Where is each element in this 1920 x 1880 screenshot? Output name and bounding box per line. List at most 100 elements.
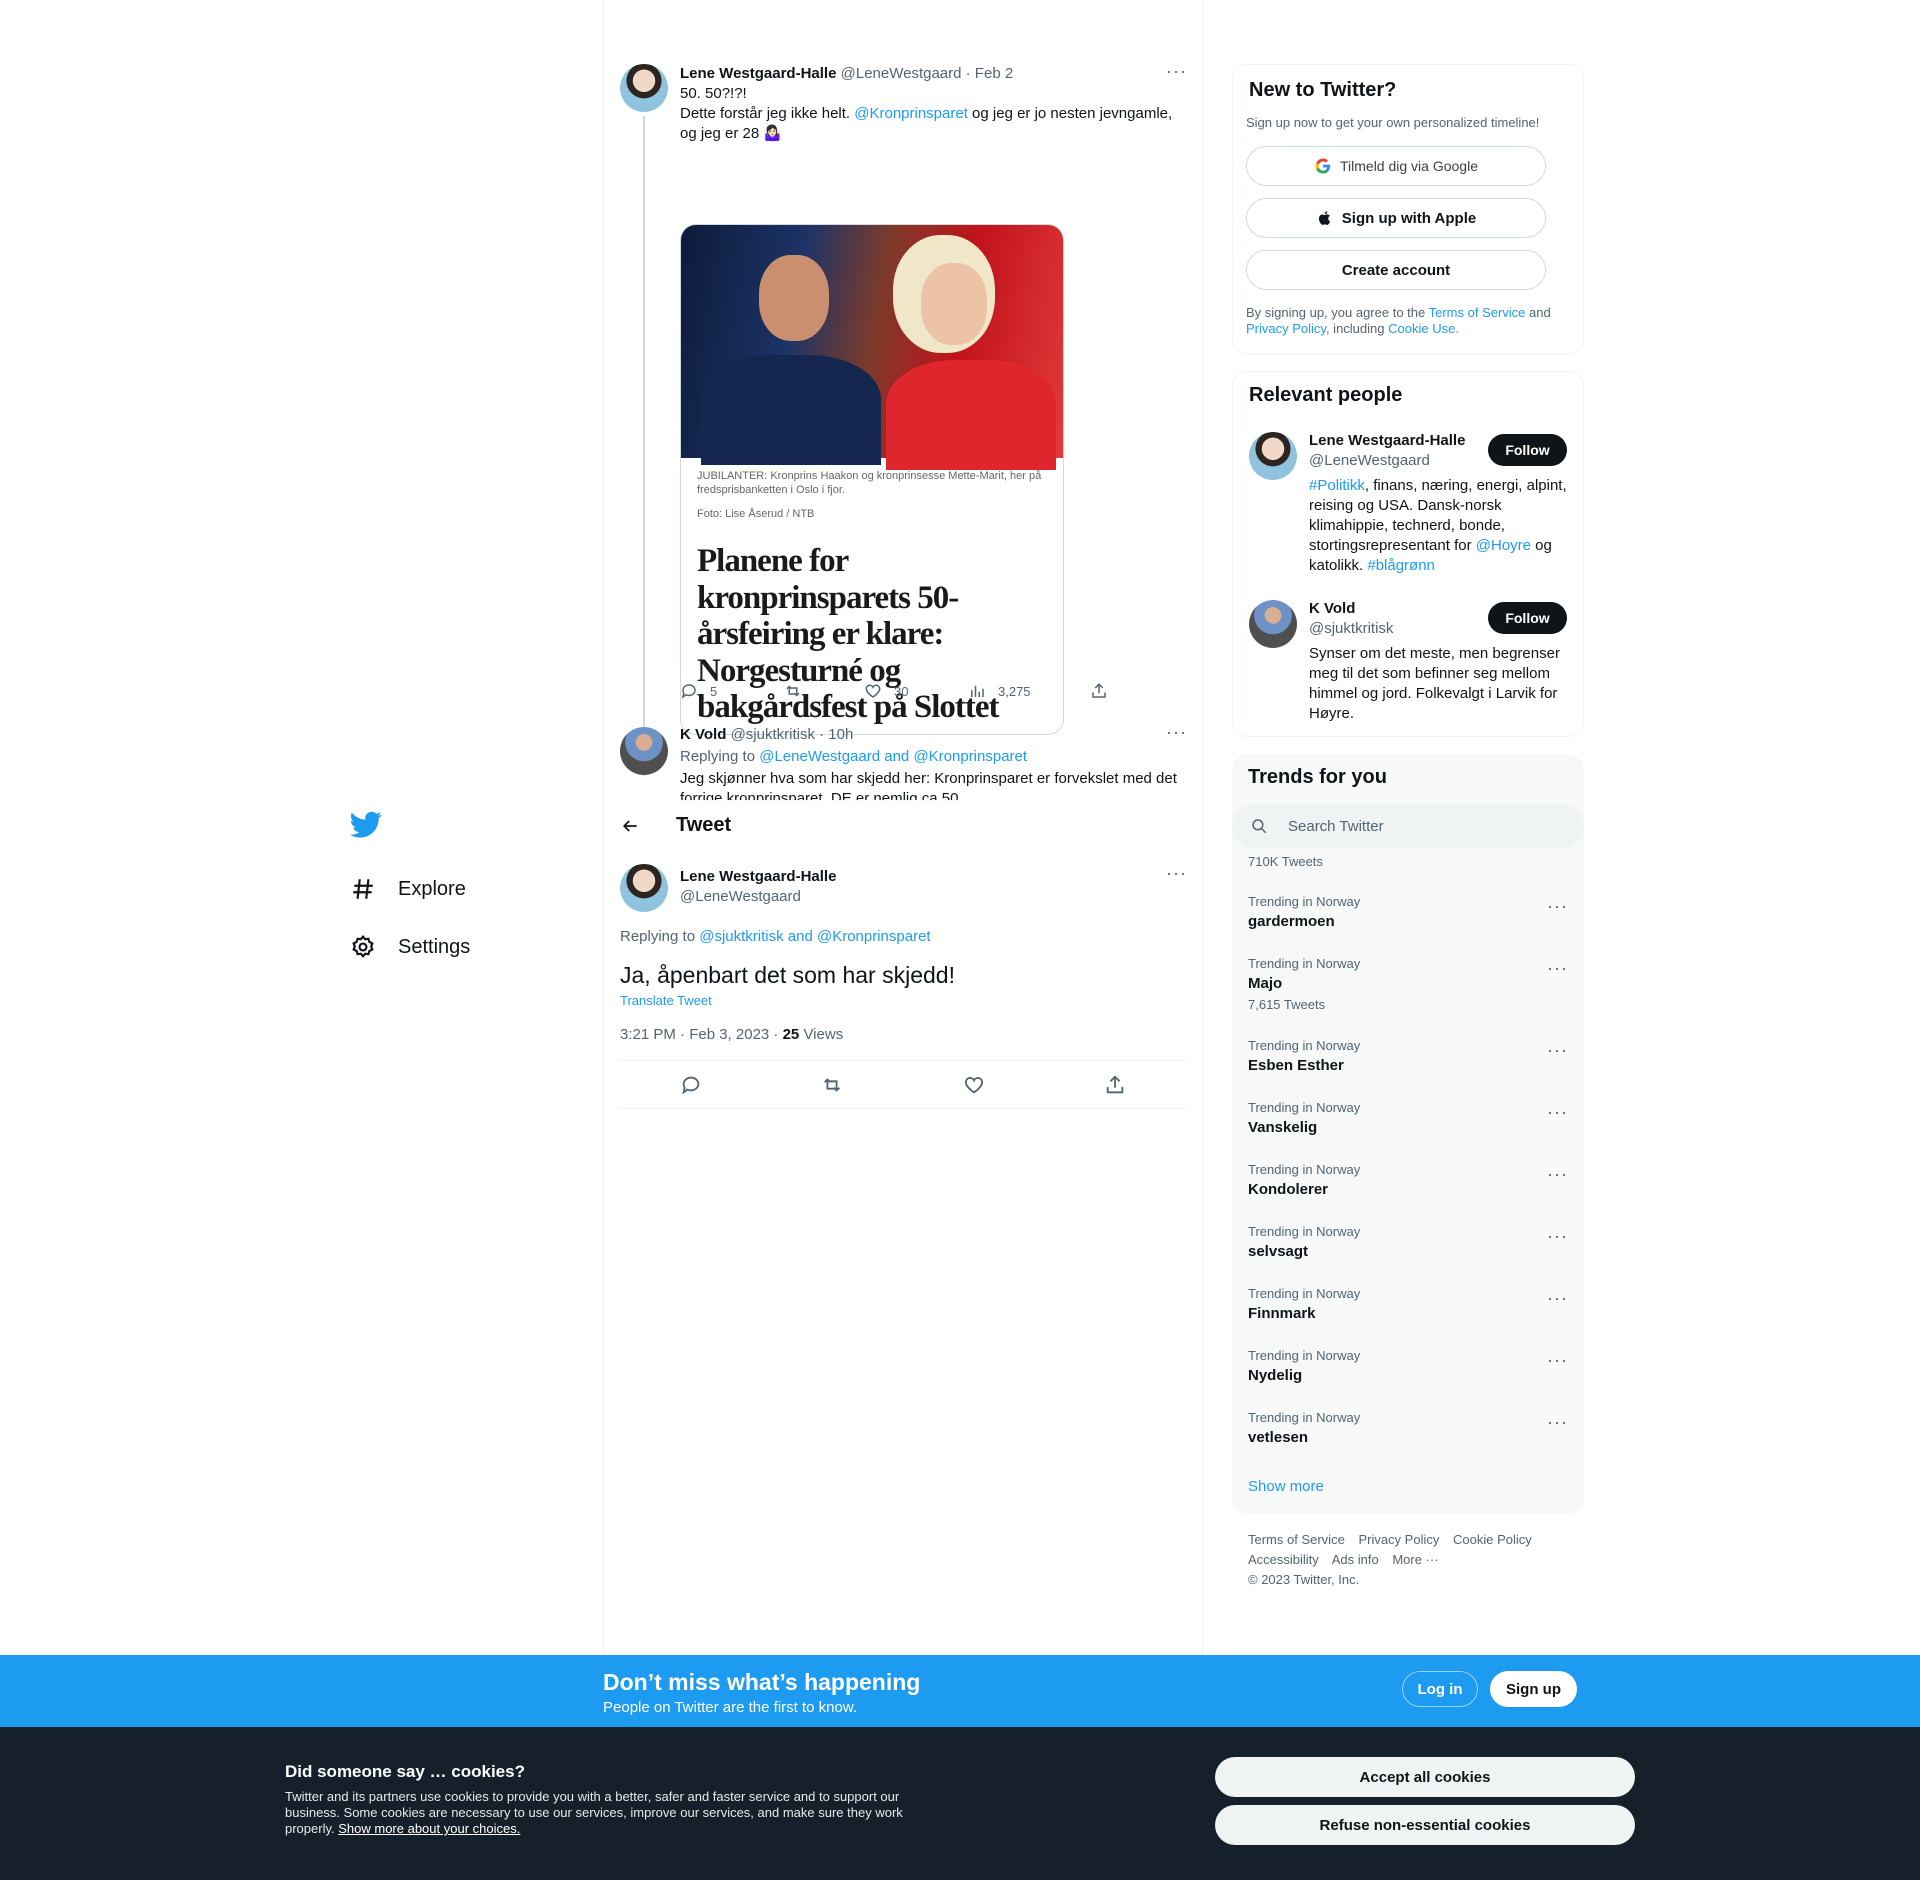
cookie-title: Did someone say … cookies?: [285, 1762, 525, 1781]
avatar[interactable]: [620, 64, 668, 112]
translate-link[interactable]: Translate Tweet: [620, 993, 712, 1008]
nav-explore[interactable]: Explore: [350, 860, 580, 918]
more-icon[interactable]: ···: [1547, 1226, 1568, 1247]
trend-item[interactable]: Trending in Norway selvsagt ···: [1248, 1224, 1568, 1262]
twitter-logo-icon[interactable]: [350, 808, 382, 840]
author-handle[interactable]: @LeneWestgaard: [680, 888, 801, 905]
timestamp[interactable]: 3:21 PM · Feb 3, 2023 ·: [620, 1026, 783, 1043]
focal-actions: [620, 1060, 1186, 1109]
author-meta[interactable]: @LeneWestgaard · Feb 2: [841, 65, 1014, 82]
author-name[interactable]: K Vold: [680, 726, 726, 743]
person-item[interactable]: Lene Westgaard-Halle @LeneWestgaard Foll…: [1249, 432, 1567, 582]
nav-settings[interactable]: Settings: [350, 918, 580, 976]
more-icon[interactable]: ···: [1547, 1412, 1568, 1433]
footer-cookie-link[interactable]: Cookie Policy: [1453, 1532, 1532, 1547]
heart-icon[interactable]: [963, 1074, 985, 1096]
gear-icon: [352, 935, 374, 958]
replying-to: Replying to @LeneWestgaard and @Kronprin…: [680, 747, 1186, 767]
cookie-choices-link[interactable]: Show more about your choices.: [338, 1821, 520, 1836]
footer-accessibility-link[interactable]: Accessibility: [1248, 1552, 1319, 1567]
mention-link[interactable]: @Kronprinsparet: [854, 105, 968, 122]
media-card[interactable]: JUBILANTER: Kronprins Haakon og kronprin…: [680, 224, 1064, 735]
avatar[interactable]: [620, 727, 668, 775]
trend-item[interactable]: Trending in Norway Esben Esther ···: [1248, 1038, 1568, 1076]
person-name[interactable]: Lene Westgaard-Halle: [1309, 432, 1465, 449]
accept-cookies-button[interactable]: Accept all cookies: [1215, 1757, 1635, 1797]
search-box[interactable]: [1232, 804, 1584, 848]
author-name[interactable]: Lene Westgaard-Halle: [680, 65, 836, 82]
reply-icon: [681, 684, 696, 699]
trend-name: vetlesen: [1248, 1429, 1309, 1446]
more-icon[interactable]: ···: [1547, 1102, 1568, 1123]
views-label: Views: [799, 1026, 844, 1043]
search-icon: [1252, 819, 1267, 834]
footer-ads-link[interactable]: Ads info: [1332, 1552, 1379, 1567]
avatar[interactable]: [1249, 600, 1297, 648]
more-icon[interactable]: ···: [1547, 896, 1568, 917]
footer-privacy-link[interactable]: Privacy Policy: [1358, 1532, 1439, 1547]
trend-item[interactable]: Trending in Norway gardermoen ···: [1248, 894, 1568, 932]
reply-icon[interactable]: [680, 1074, 702, 1096]
back-arrow-icon[interactable]: [620, 816, 640, 836]
follow-button[interactable]: Follow: [1488, 434, 1567, 466]
retweet-button[interactable]: [784, 682, 864, 700]
avatar[interactable]: [620, 864, 668, 912]
views-button[interactable]: 3,275: [968, 682, 1090, 700]
mention-link[interactable]: @Hoyre: [1476, 537, 1531, 554]
apple-signup-button[interactable]: Sign up with Apple: [1246, 198, 1546, 238]
more-icon[interactable]: ···: [1547, 1040, 1568, 1061]
footer-more-link[interactable]: More ···: [1392, 1552, 1438, 1567]
trend-item[interactable]: Trending in Norway vetlesen ···: [1248, 1410, 1568, 1448]
more-icon[interactable]: ···: [1547, 958, 1568, 979]
trend-item[interactable]: Trending in Norway Kondolerer ···: [1248, 1162, 1568, 1200]
trend-item[interactable]: Trending in Norway Vanskelig ···: [1248, 1100, 1568, 1138]
person-handle[interactable]: @sjuktkritisk: [1309, 620, 1393, 637]
person-item[interactable]: K Vold @sjuktkritisk Follow Synser om de…: [1249, 600, 1567, 722]
share-icon[interactable]: [1104, 1074, 1126, 1096]
login-button[interactable]: Log in: [1402, 1671, 1478, 1707]
views-icon: [971, 685, 984, 697]
reply-button[interactable]: 5: [680, 682, 784, 700]
show-more-link[interactable]: Show more: [1248, 1478, 1324, 1495]
hashtag-link[interactable]: #blågrønn: [1367, 557, 1435, 574]
search-input[interactable]: [1288, 804, 1568, 848]
more-icon[interactable]: ···: [1547, 1164, 1568, 1185]
author-name[interactable]: Lene Westgaard-Halle: [680, 868, 836, 885]
tweet-text: 50. 50?!?! Dette forstår jeg ikke helt. …: [680, 84, 1184, 144]
thread-tweet-2[interactable]: K Vold @sjuktkritisk · 10h Replying to @…: [620, 725, 1186, 805]
terms-link[interactable]: Terms of Service: [1429, 305, 1526, 320]
thread-tweet-1[interactable]: Lene Westgaard-Halle @LeneWestgaard · Fe…: [620, 62, 1186, 776]
replying-users-link[interactable]: @LeneWestgaard and @Kronprinsparet: [759, 748, 1027, 765]
person-name[interactable]: K Vold: [1309, 600, 1355, 617]
trend-item[interactable]: Trending in Norway Nydelig ···: [1248, 1348, 1568, 1386]
more-icon[interactable]: ···: [1166, 725, 1186, 747]
avatar[interactable]: [1249, 432, 1297, 480]
create-account-button[interactable]: Create account: [1246, 250, 1546, 290]
retweet-icon[interactable]: [821, 1074, 843, 1096]
author-meta[interactable]: @sjuktkritisk · 10h: [731, 726, 854, 743]
view-count: 3,275: [998, 683, 1031, 699]
more-icon[interactable]: ···: [1166, 864, 1186, 888]
footer-terms-link[interactable]: Terms of Service: [1248, 1532, 1345, 1547]
trend-partial[interactable]: 710K Tweets: [1248, 854, 1568, 870]
google-signup-button[interactable]: Tilmeld dig via Google: [1246, 146, 1546, 186]
cookie-use-link[interactable]: Cookie Use.: [1388, 321, 1459, 336]
replying-users-link[interactable]: @sjuktkritisk and @Kronprinsparet: [699, 928, 930, 945]
like-button[interactable]: 30: [864, 682, 968, 700]
share-button[interactable]: [1090, 682, 1120, 700]
person-handle[interactable]: @LeneWestgaard: [1309, 452, 1430, 469]
retweet-icon: [786, 685, 800, 697]
more-icon[interactable]: ···: [1547, 1350, 1568, 1371]
follow-button[interactable]: Follow: [1488, 602, 1567, 634]
trend-item[interactable]: Trending in Norway Finnmark ···: [1248, 1286, 1568, 1324]
hashtag-link[interactable]: #Politikk: [1309, 477, 1365, 494]
trend-context: Trending in Norway: [1248, 1286, 1361, 1301]
nav-explore-label: Explore: [398, 877, 466, 900]
trend-item[interactable]: Trending in Norway Majo 7,615 Tweets ···: [1248, 956, 1568, 1013]
refuse-cookies-button[interactable]: Refuse non-essential cookies: [1215, 1805, 1635, 1845]
signup-button[interactable]: Sign up: [1490, 1671, 1577, 1707]
more-icon[interactable]: ···: [1166, 62, 1186, 86]
relevant-people-title: Relevant people: [1249, 384, 1403, 406]
more-icon[interactable]: ···: [1547, 1288, 1568, 1309]
privacy-link[interactable]: Privacy Policy: [1246, 321, 1326, 336]
